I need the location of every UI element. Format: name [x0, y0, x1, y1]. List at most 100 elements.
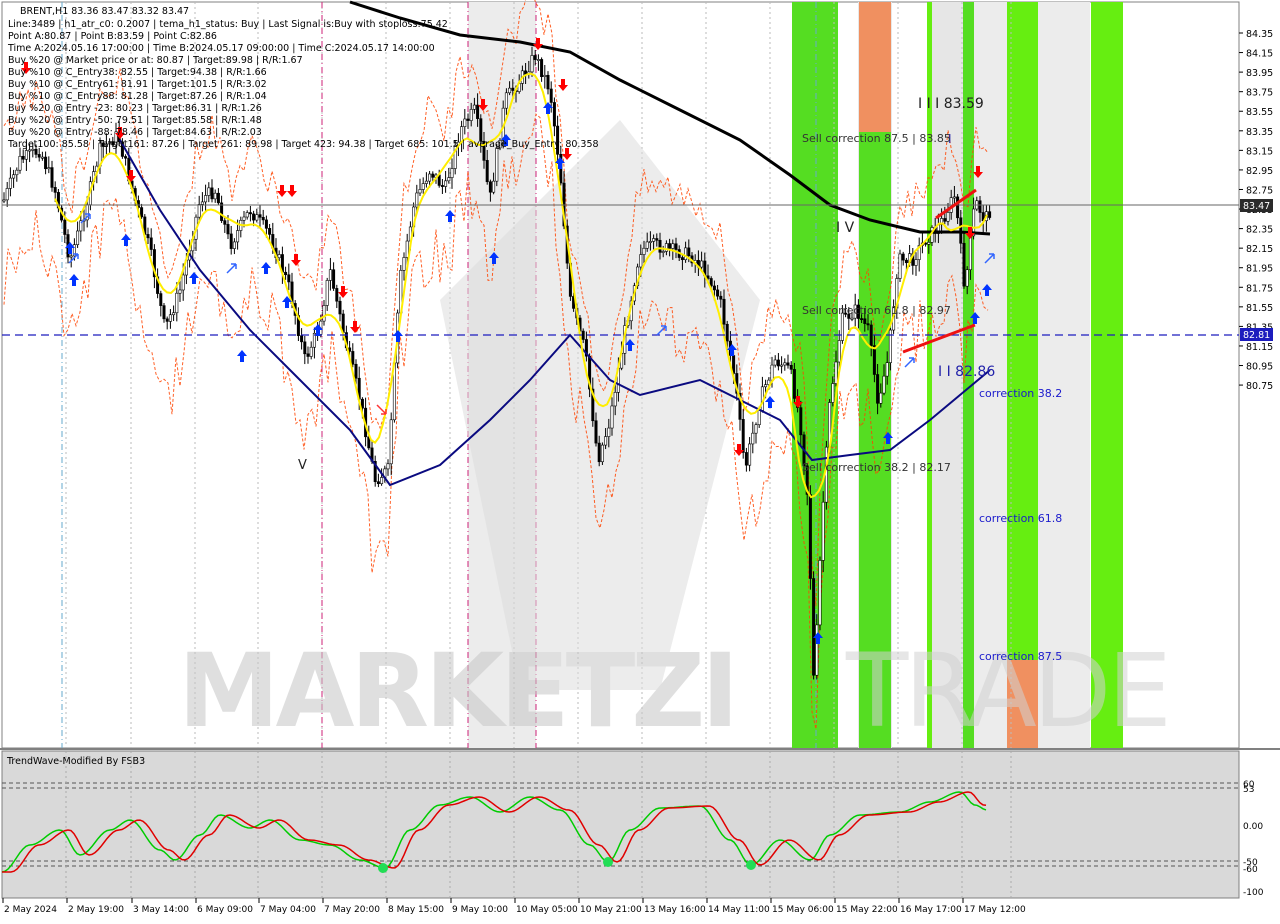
candle-bear: [248, 212, 252, 215]
candle-bull: [652, 238, 656, 242]
time-tick-label: 10 May 05:00: [516, 905, 578, 915]
wave-label-top: I I I 83.59: [918, 96, 984, 112]
candle-bear: [869, 324, 873, 346]
candle-bear: [34, 148, 38, 155]
candle-bull: [671, 243, 675, 249]
candle-bear: [792, 369, 796, 399]
time-tick-label: 2 May 2024: [4, 905, 57, 915]
info-line-11: Target100: 85.58 | Target161: 87.26 | Ta…: [7, 139, 599, 150]
candle-bear: [978, 200, 982, 213]
candle-bull: [661, 251, 665, 253]
price-tick-label: 84.35: [1246, 29, 1273, 40]
candle-bull: [831, 383, 835, 403]
candle-bear: [597, 442, 601, 463]
time-tick-label: 15 May 22:00: [836, 905, 898, 915]
level-price-tag: 82.81: [1240, 328, 1273, 341]
candle-bear: [485, 160, 489, 183]
svg-text:-100: -100: [1243, 888, 1264, 898]
candle-bull: [764, 384, 768, 388]
candle-bull: [421, 183, 425, 190]
candle-bear: [440, 185, 444, 187]
time-axis[interactable]: 2 May 2024 2 May 19:00 3 May 14:00 6 May 09…: [2, 898, 1026, 915]
candle-bear: [511, 87, 515, 91]
candle-bear: [258, 214, 262, 218]
candle-bear: [716, 289, 720, 297]
price-tick-label: 80.75: [1246, 381, 1273, 392]
candle-bull: [495, 147, 499, 182]
info-line-5: Buy %10 @ C_Entry38: 82.55 | Target:94.3…: [8, 67, 267, 78]
current-price-label: 83.47: [1243, 201, 1270, 212]
candle-bull: [197, 204, 201, 218]
candle-bull: [927, 242, 931, 245]
candle-bear: [165, 318, 169, 322]
candle-bear: [354, 363, 358, 379]
candle-bull: [536, 59, 540, 61]
chart-canvas[interactable]: MARKETZI TRADE I I I 83.59 I I V V I I 8…: [0, 0, 1280, 920]
candle-bull: [607, 427, 611, 437]
candle-bull: [255, 214, 259, 221]
candle-bear: [124, 156, 128, 159]
candle-bull: [236, 230, 240, 243]
candle-bull: [770, 364, 774, 381]
candle-bear: [332, 269, 336, 289]
info-line-4: Buy %20 @ Market price or at: 80.87 | Ta…: [8, 55, 303, 66]
candle-bear: [431, 173, 435, 178]
candle-bull: [402, 257, 406, 271]
candle-bull: [5, 188, 9, 201]
candle-bull: [232, 241, 236, 249]
time-tick-label: 16 May 17:00: [900, 905, 962, 915]
candle-bear: [956, 196, 960, 219]
candle-bull: [700, 260, 704, 268]
candle-bear: [901, 253, 905, 261]
candle-bull: [428, 173, 432, 182]
candle-bull: [952, 196, 956, 199]
candle-bull: [780, 364, 784, 367]
mt4-chart-window[interactable]: MARKETZI TRADE I I I 83.59 I I V V I I 8…: [0, 0, 1280, 920]
candle-bull: [469, 109, 473, 121]
watermark-brand: MARKETZI: [178, 632, 735, 751]
candle-bear: [220, 202, 224, 221]
candle-bear: [709, 278, 713, 287]
candle-bull: [328, 269, 332, 281]
candle-bear: [226, 224, 230, 235]
info-line-8: Buy %20 @ Entry -23: 80.23 | Target:86.3…: [8, 103, 262, 114]
candle-bull: [824, 446, 828, 503]
candle-bear: [479, 118, 483, 142]
candle-bull: [754, 424, 758, 434]
candle-bear: [658, 239, 662, 253]
current-price-tag: 83.47: [1240, 199, 1273, 212]
candle-bull: [504, 92, 508, 109]
candle-bull: [757, 410, 761, 426]
candle-bull: [834, 361, 838, 384]
candle-bear: [50, 167, 54, 188]
candle-bear: [533, 55, 537, 60]
candle-bull: [15, 169, 19, 176]
candle-bull: [168, 314, 172, 322]
time-tick-label: 6 May 09:00: [197, 905, 253, 915]
candle-bear: [786, 362, 790, 366]
candle-bull: [946, 212, 950, 222]
correction-38: correction 38.2: [979, 387, 1062, 400]
candle-bear: [988, 211, 992, 218]
indicator-pane: [1, 750, 1240, 899]
candle-bull: [47, 167, 51, 170]
candle-bear: [789, 364, 793, 370]
price-tick-label: 81.15: [1246, 342, 1273, 353]
candle-bull: [207, 187, 211, 196]
price-tick-label: 84.15: [1246, 49, 1273, 60]
candle-bull: [69, 255, 73, 258]
candle-bear: [712, 285, 716, 291]
candle-bear: [216, 192, 220, 204]
candle-bull: [444, 180, 448, 187]
time-tick-label: 8 May 15:00: [388, 905, 444, 915]
time-tick-label: 17 May 12:00: [964, 905, 1026, 915]
candle-bull: [639, 254, 643, 268]
candle-bear: [210, 187, 214, 200]
candle-bull: [181, 274, 185, 291]
candle-bear: [549, 88, 553, 103]
candle-bear: [546, 74, 550, 90]
candle-bull: [418, 189, 422, 194]
candle-bull: [389, 419, 393, 465]
candle-bear: [876, 374, 880, 404]
price-tick-label: 81.75: [1246, 283, 1273, 294]
